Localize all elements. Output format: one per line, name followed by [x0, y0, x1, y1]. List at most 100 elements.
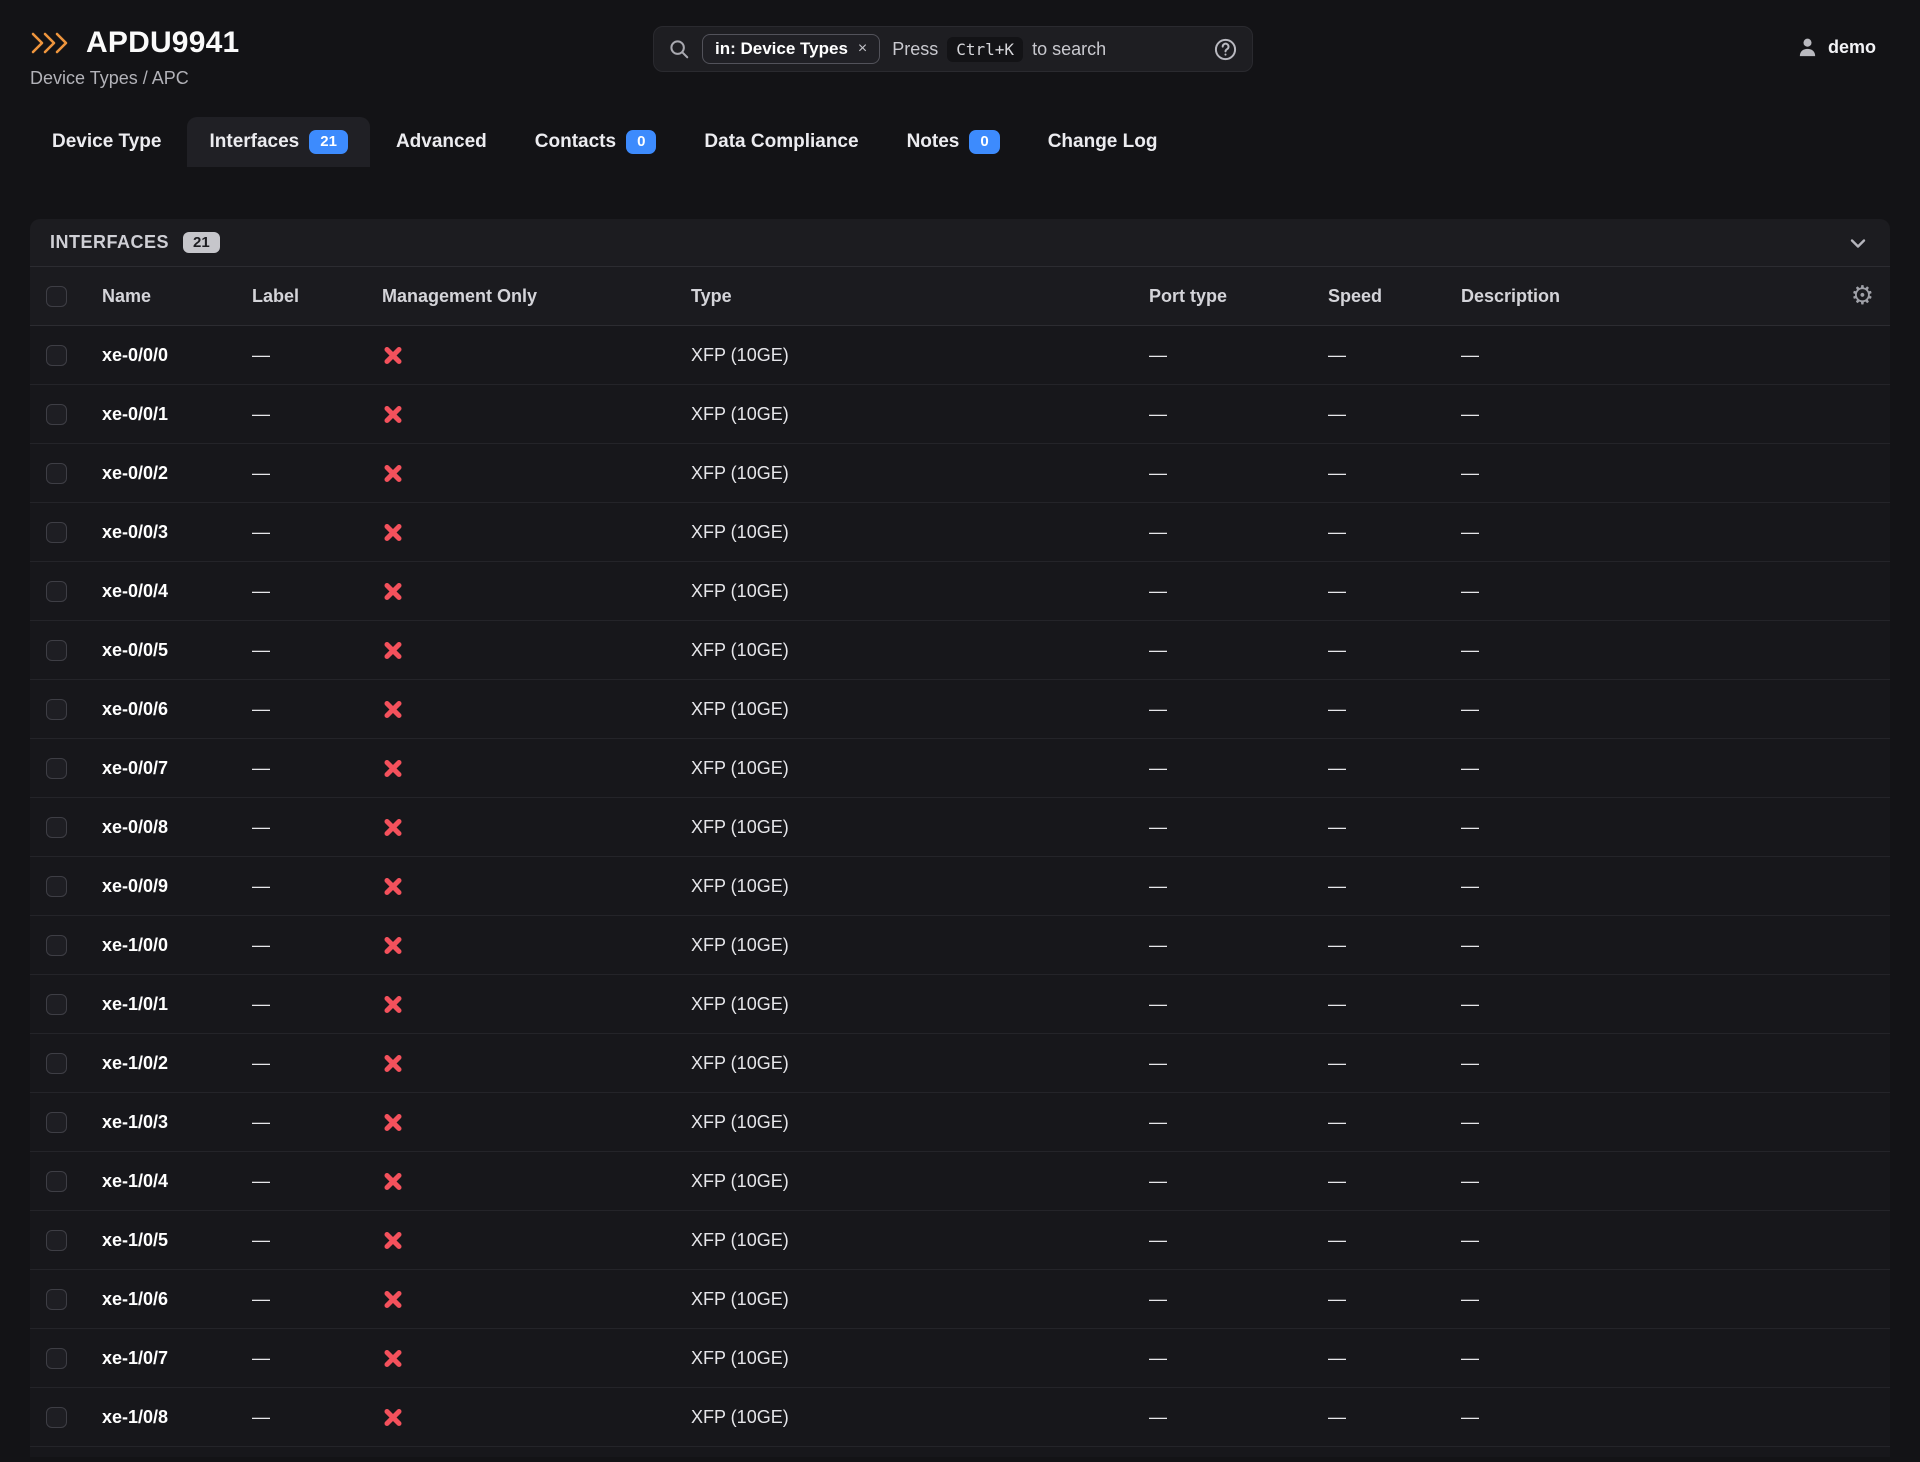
- page-title: APDU9941: [86, 26, 239, 60]
- column-header-port-type[interactable]: Port type: [1141, 286, 1320, 307]
- interface-name-link[interactable]: xe-0/0/1: [94, 404, 244, 425]
- row-checkbox[interactable]: [46, 1289, 67, 1310]
- interface-name-link[interactable]: xe-0/0/9: [94, 876, 244, 897]
- interface-name-link[interactable]: xe-1/0/3: [94, 1112, 244, 1133]
- row-checkbox[interactable]: [46, 1407, 67, 1428]
- table-header-row: Name Label Management Only Type Port typ…: [30, 267, 1890, 326]
- row-checkbox[interactable]: [46, 463, 67, 484]
- row-checkbox[interactable]: [46, 640, 67, 661]
- tab-device-type[interactable]: Device Type: [30, 117, 183, 167]
- tab-change-log[interactable]: Change Log: [1026, 117, 1180, 167]
- interface-name-link[interactable]: xe-1/0/5: [94, 1230, 244, 1251]
- interface-name-link[interactable]: xe-1/0/6: [94, 1289, 244, 1310]
- management-only-cell: [374, 403, 683, 425]
- interface-name-link[interactable]: xe-1/0/7: [94, 1348, 244, 1369]
- interface-description: —: [1453, 463, 1890, 484]
- tab-interfaces[interactable]: Interfaces21: [187, 117, 369, 167]
- row-checkbox[interactable]: [46, 1171, 67, 1192]
- interface-speed: —: [1320, 699, 1453, 720]
- tab-notes[interactable]: Notes0: [885, 117, 1022, 167]
- row-checkbox-cell: [30, 817, 94, 838]
- tab-advanced[interactable]: Advanced: [374, 117, 509, 167]
- interface-name-link[interactable]: xe-0/0/0: [94, 345, 244, 366]
- interface-name-link[interactable]: xe-1/0/2: [94, 1053, 244, 1074]
- row-checkbox-cell: [30, 1053, 94, 1074]
- interface-name-link[interactable]: xe-0/0/4: [94, 581, 244, 602]
- table-row: xe-1/0/6—XFP (10GE)———: [30, 1270, 1890, 1329]
- interface-type: XFP (10GE): [683, 817, 1141, 838]
- management-only-cell: [374, 1229, 683, 1251]
- table-row: xe-0/0/5—XFP (10GE)———: [30, 621, 1890, 680]
- row-checkbox[interactable]: [46, 994, 67, 1015]
- interface-type: XFP (10GE): [683, 935, 1141, 956]
- x-mark-icon: [382, 521, 404, 543]
- brand-block: APDU9941 Device Types / APC: [30, 26, 590, 89]
- column-header-description[interactable]: Description: [1461, 286, 1560, 307]
- row-checkbox[interactable]: [46, 935, 67, 956]
- interface-name-link[interactable]: xe-0/0/7: [94, 758, 244, 779]
- interface-name-link[interactable]: xe-0/0/2: [94, 463, 244, 484]
- interface-description: —: [1453, 758, 1890, 779]
- interface-name-link[interactable]: xe-1/0/8: [94, 1407, 244, 1428]
- interface-name-link[interactable]: xe-0/0/6: [94, 699, 244, 720]
- tab-contacts[interactable]: Contacts0: [513, 117, 679, 167]
- row-checkbox[interactable]: [46, 1230, 67, 1251]
- row-checkbox-cell: [30, 699, 94, 720]
- row-checkbox[interactable]: [46, 581, 67, 602]
- interface-type: XFP (10GE): [683, 404, 1141, 425]
- column-header-speed[interactable]: Speed: [1320, 286, 1453, 307]
- table-row-partial: [30, 1447, 1890, 1457]
- select-all-checkbox[interactable]: [46, 286, 67, 307]
- interface-name-link[interactable]: xe-1/0/1: [94, 994, 244, 1015]
- interface-name-link[interactable]: xe-0/0/3: [94, 522, 244, 543]
- triple-chevron-right-icon[interactable]: [30, 30, 72, 56]
- interface-label: —: [244, 1053, 374, 1074]
- management-only-cell: [374, 521, 683, 543]
- search-hint: Press Ctrl+K to search: [892, 37, 1106, 62]
- column-header-name[interactable]: Name: [94, 286, 244, 307]
- interface-type: XFP (10GE): [683, 1348, 1141, 1369]
- help-circle-icon[interactable]: [1213, 37, 1238, 62]
- interface-label: —: [244, 876, 374, 897]
- row-checkbox[interactable]: [46, 1348, 67, 1369]
- row-checkbox[interactable]: [46, 817, 67, 838]
- interface-label: —: [244, 1230, 374, 1251]
- interface-speed: —: [1320, 1053, 1453, 1074]
- interface-name-link[interactable]: xe-0/0/5: [94, 640, 244, 661]
- row-checkbox[interactable]: [46, 1112, 67, 1133]
- search-filter-chip[interactable]: in: Device Types ×: [702, 34, 880, 64]
- global-search-input[interactable]: in: Device Types × Press Ctrl+K to searc…: [653, 26, 1253, 72]
- row-checkbox[interactable]: [46, 1053, 67, 1074]
- row-checkbox[interactable]: [46, 522, 67, 543]
- chevron-down-icon[interactable]: [1846, 231, 1870, 255]
- interface-label: —: [244, 522, 374, 543]
- row-checkbox[interactable]: [46, 345, 67, 366]
- x-mark-icon: [382, 403, 404, 425]
- row-checkbox[interactable]: [46, 876, 67, 897]
- management-only-cell: [374, 639, 683, 661]
- interface-name-link[interactable]: xe-0/0/8: [94, 817, 244, 838]
- column-header-type[interactable]: Type: [683, 286, 1141, 307]
- interface-speed: —: [1320, 345, 1453, 366]
- keyboard-shortcut: Ctrl+K: [947, 37, 1023, 62]
- interfaces-count-badge: 21: [183, 232, 220, 253]
- column-header-management-only[interactable]: Management Only: [374, 286, 683, 307]
- close-icon[interactable]: ×: [858, 41, 867, 57]
- interface-type: XFP (10GE): [683, 463, 1141, 484]
- column-header-label[interactable]: Label: [244, 286, 374, 307]
- breadcrumb[interactable]: Device Types / APC: [30, 68, 590, 89]
- row-checkbox[interactable]: [46, 758, 67, 779]
- interface-speed: —: [1320, 817, 1453, 838]
- user-menu[interactable]: demo: [1796, 36, 1876, 59]
- interface-name-link[interactable]: xe-1/0/0: [94, 935, 244, 956]
- tab-data-compliance[interactable]: Data Compliance: [682, 117, 880, 167]
- row-checkbox-cell: [30, 522, 94, 543]
- interface-name-link[interactable]: xe-1/0/4: [94, 1171, 244, 1192]
- row-checkbox[interactable]: [46, 699, 67, 720]
- table-row: xe-1/0/1—XFP (10GE)———: [30, 975, 1890, 1034]
- interface-port-type: —: [1141, 345, 1320, 366]
- interface-port-type: —: [1141, 640, 1320, 661]
- gear-icon[interactable]: ⚙: [1851, 283, 1874, 309]
- row-checkbox[interactable]: [46, 404, 67, 425]
- interface-description: —: [1453, 994, 1890, 1015]
